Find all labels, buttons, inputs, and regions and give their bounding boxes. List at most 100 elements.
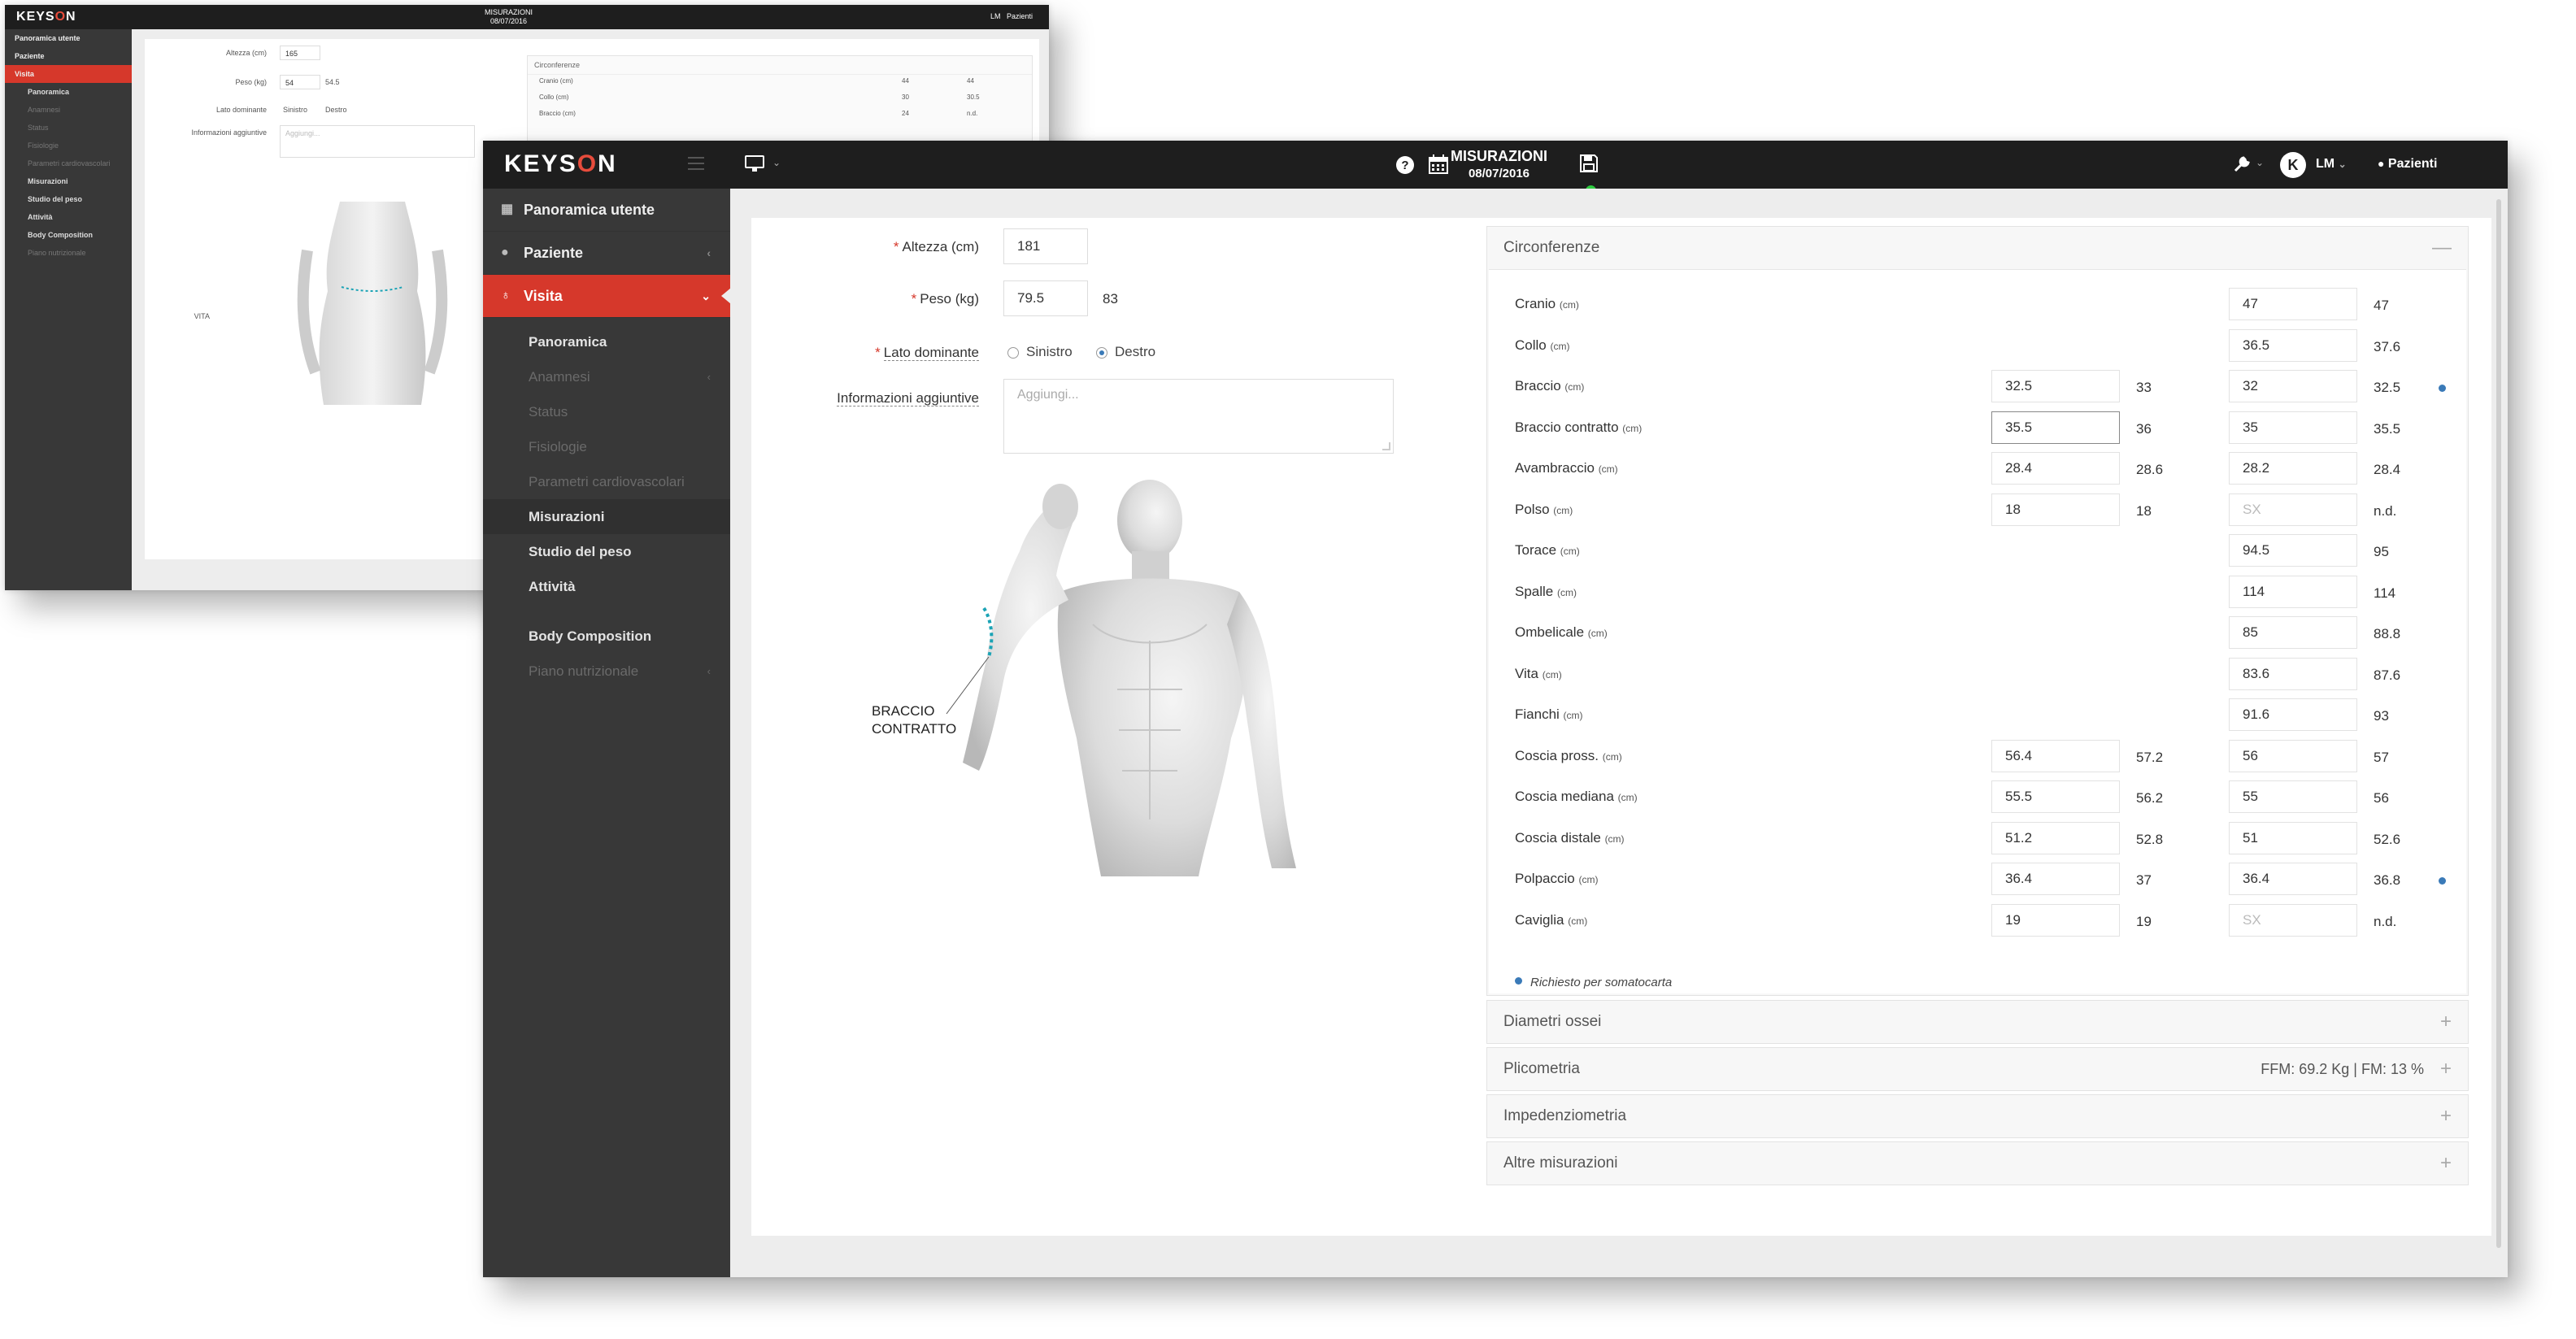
question-circle-icon[interactable]: ? — [1395, 155, 1415, 175]
back-circ-row: Cranio (cm) 44 44 — [539, 77, 974, 85]
back-side-left[interactable]: Sinistro — [283, 106, 315, 114]
sub-item-panoramica[interactable]: Panoramica — [483, 324, 730, 359]
circ-left-input[interactable]: 35.5 — [1991, 411, 2120, 444]
wrench-icon[interactable] — [2233, 155, 2251, 173]
hamburger-menu-icon[interactable] — [688, 157, 704, 170]
sub-item-piano-nutrizionale[interactable]: Piano nutrizionale ‹ — [483, 654, 730, 689]
weight-previous-value: 83 — [1103, 291, 1118, 306]
back-user-menu[interactable]: LM Pazienti — [990, 12, 1033, 20]
back-sub-item[interactable]: Parametri cardiovascolari — [5, 154, 132, 172]
sub-item-status[interactable]: Status — [483, 394, 730, 429]
circ-left-input[interactable]: 36.4 — [1991, 863, 2120, 895]
back-height-input[interactable]: 165 — [280, 46, 320, 60]
back-sidebar-item[interactable]: Panoramica utente — [5, 29, 132, 47]
back-sub-item[interactable]: Anamnesi — [5, 101, 132, 119]
back-sub-item[interactable]: Misurazioni — [5, 172, 132, 190]
sidebar-item-panoramica-utente[interactable]: ▦ Panoramica utente — [483, 189, 730, 232]
circ-right-input[interactable]: 36.5 — [2229, 328, 2357, 362]
expand-icon[interactable]: + — [2440, 1001, 2452, 1043]
altre-misurazioni-header[interactable]: Altre misurazioni + — [1487, 1142, 2468, 1185]
circ-right-input[interactable]: 36.4 — [2229, 863, 2357, 895]
circ-left-input[interactable]: 28.4 — [1991, 452, 2120, 485]
collapse-icon[interactable]: — — [2432, 227, 2452, 269]
back-side-right[interactable]: Destro — [325, 106, 358, 114]
back-notes-textarea[interactable]: Aggiungi... — [280, 125, 475, 158]
impedenziometria-header[interactable]: Impedenziometria + — [1487, 1095, 2468, 1137]
back-notes-label: Informazioni aggiuntive — [191, 128, 267, 137]
back-sub-item[interactable]: Body Composition — [5, 226, 132, 244]
back-circ-title[interactable]: Circonferenze — [528, 56, 1032, 75]
user-menu[interactable]: LM ⌄ — [2316, 157, 2347, 172]
circ-right-input[interactable]: 32 — [2229, 370, 2357, 402]
circ-left-input[interactable]: 56.4 — [1991, 739, 2120, 772]
scrollbar[interactable] — [2495, 194, 2503, 1259]
avatar[interactable]: K — [2280, 152, 2306, 178]
circ-right-input[interactable]: 51 — [2229, 821, 2357, 854]
circ-right-input[interactable]: 114 — [2229, 575, 2357, 608]
notes-textarea[interactable]: Aggiungi... — [1003, 379, 1394, 454]
back-sub-item[interactable]: Piano nutrizionale — [5, 244, 132, 262]
expand-icon[interactable]: + — [2440, 1142, 2452, 1185]
scrollbar-thumb[interactable] — [2496, 199, 2501, 1248]
sidebar-item-visita[interactable]: ♁ Visita ⌄ — [483, 275, 731, 318]
circ-right-input[interactable]: 56 — [2229, 739, 2357, 772]
sub-item-studio-del-peso[interactable]: Studio del peso — [483, 534, 730, 569]
keyson-logo[interactable]: KEYSON — [504, 150, 617, 178]
diametri-ossei-header[interactable]: Diametri ossei + — [1487, 1001, 2468, 1043]
circ-right-input[interactable]: 55 — [2229, 780, 2357, 813]
circ-right-input[interactable]: 47 — [2229, 288, 2357, 320]
altre-misurazioni-section[interactable]: Altre misurazioni + — [1486, 1141, 2469, 1185]
patients-link[interactable]: ● Pazienti — [2378, 157, 2437, 172]
required-legend: Richiesto per somatocarta — [1515, 976, 1672, 989]
sidebar-item-paziente[interactable]: ● Paziente ‹ — [483, 232, 730, 275]
plicometria-section[interactable]: Plicometria FFM: 69.2 Kg | FM: 13 % + — [1486, 1047, 2469, 1091]
circ-right-input[interactable]: SX — [2229, 493, 2357, 526]
sub-item-misurazioni[interactable]: Misurazioni — [483, 499, 730, 534]
sub-item-body-composition[interactable]: Body Composition — [483, 619, 730, 654]
circ-left-input[interactable]: 19 — [1991, 903, 2120, 937]
plicometria-header[interactable]: Plicometria FFM: 69.2 Kg | FM: 13 % + — [1487, 1048, 2468, 1090]
sub-item-anamnesi[interactable]: Anamnesi ‹ — [483, 359, 730, 394]
circ-right-input[interactable]: 94.5 — [2229, 534, 2357, 567]
impedenziometria-section[interactable]: Impedenziometria + — [1486, 1094, 2469, 1138]
back-sub-item[interactable]: Attività — [5, 208, 132, 226]
chevron-down-icon[interactable]: ⌄ — [772, 157, 781, 168]
back-circ-row: Collo (cm) 30 30.5 — [539, 93, 980, 101]
height-input[interactable]: 181 — [1003, 228, 1088, 264]
back-sub-item[interactable]: Studio del peso — [5, 190, 132, 208]
monitor-icon[interactable] — [745, 155, 764, 172]
calendar-icon[interactable] — [1428, 154, 1449, 175]
radio-sinistro-label[interactable]: Sinistro — [1026, 344, 1073, 360]
back-sub-item[interactable]: Status — [5, 119, 132, 137]
radio-sinistro[interactable] — [1007, 347, 1019, 359]
back-weight-input[interactable]: 54 — [280, 75, 320, 89]
expand-icon[interactable]: + — [2440, 1048, 2452, 1090]
circ-left-input[interactable]: 51.2 — [1991, 821, 2120, 854]
circ-right-input[interactable]: 85 — [2229, 616, 2357, 649]
back-sub-item[interactable]: Fisiologie — [5, 137, 132, 154]
back-sidebar-item[interactable]: Visita — [5, 65, 132, 83]
diametri-ossei-section[interactable]: Diametri ossei + — [1486, 1000, 2469, 1044]
sub-item-fisiologie[interactable]: Fisiologie — [483, 429, 730, 464]
radio-destro[interactable] — [1096, 347, 1107, 359]
sub-item-attivita[interactable]: Attività — [483, 569, 730, 604]
circ-right-input[interactable]: SX — [2229, 903, 2357, 937]
circ-right-input[interactable]: 35 — [2229, 411, 2357, 444]
circ-left-input[interactable]: 55.5 — [1991, 780, 2120, 813]
circ-left-input[interactable]: 32.5 — [1991, 370, 2120, 402]
circonferenze-header[interactable]: Circonferenze — — [1487, 227, 2468, 269]
circ-right-input[interactable]: 28.2 — [2229, 452, 2357, 485]
expand-icon[interactable]: + — [2440, 1095, 2452, 1137]
save-icon[interactable] — [1579, 154, 1599, 173]
weight-input[interactable]: 79.5 — [1003, 280, 1088, 316]
sub-item-parametri-cardiovascolari[interactable]: Parametri cardiovascolari — [483, 464, 730, 499]
back-sidebar-item[interactable]: Paziente — [5, 47, 132, 65]
chevron-down-icon[interactable]: ⌄ — [2256, 157, 2264, 168]
back-sub-item[interactable]: Panoramica — [5, 83, 132, 101]
main-window: KEYSON ⌄ ? MISURAZIONI 08/07/2016 ⌄ K LM… — [483, 141, 2508, 1277]
circ-left-input[interactable]: 18 — [1991, 493, 2120, 526]
circ-right-previous: n.d. — [2374, 913, 2397, 929]
radio-destro-label[interactable]: Destro — [1115, 344, 1155, 360]
circ-right-input[interactable]: 91.6 — [2229, 698, 2357, 731]
circ-right-input[interactable]: 83.6 — [2229, 657, 2357, 690]
